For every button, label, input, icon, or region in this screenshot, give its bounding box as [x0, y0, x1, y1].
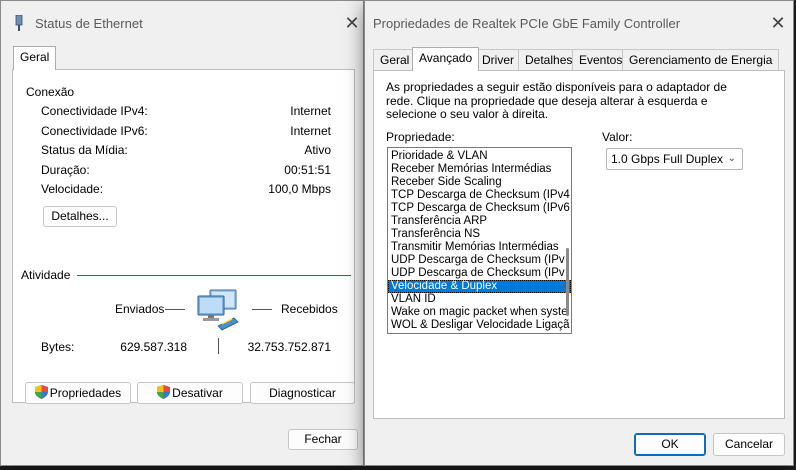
list-item[interactable]: Receber Memórias Intermédias: [388, 163, 571, 176]
avancado-panel: As propriedades a seguir estão disponíve…: [373, 70, 785, 419]
tab-geral[interactable]: Geral: [13, 46, 57, 70]
properties-button[interactable]: Propriedades: [25, 382, 131, 404]
list-item[interactable]: UDP Descarga de Checksum (IPv: [388, 254, 571, 267]
ethernet-status-window: Status de Ethernet ✕ Geral Conexão Conec…: [0, 0, 364, 466]
tab-gerenciamento-energia[interactable]: Gerenciamento de Energia: [622, 49, 780, 71]
list-item[interactable]: Transferência NS: [388, 228, 571, 241]
value-dropdown[interactable]: 1.0 Gbps Full Duplex ⌄: [606, 148, 743, 170]
cancel-button[interactable]: Cancelar: [713, 433, 785, 456]
window-title: Propriedades de Realtek PCIe GbE Family …: [373, 16, 681, 31]
bytes-sent-value: 629.587.318: [120, 340, 187, 354]
tab-avancado[interactable]: Avançado: [412, 47, 480, 71]
network-adapter-icon: [15, 14, 23, 31]
list-item-selected[interactable]: Velocidade & Duplex: [388, 280, 571, 293]
ipv4-value: Internet: [290, 104, 331, 118]
close-icon[interactable]: ✕: [767, 12, 789, 34]
bytes-label: Bytes:: [41, 340, 75, 354]
sent-line: [165, 309, 185, 310]
media-status-label: Status da Mídia:: [41, 143, 128, 157]
properties-button-label: Propriedades: [49, 386, 122, 400]
close-button[interactable]: Fechar: [288, 429, 358, 450]
right-titlebar: Propriedades de Realtek PCIe GbE Family …: [365, 1, 793, 45]
list-item[interactable]: VLAN ID: [388, 293, 571, 306]
list-item[interactable]: Prioridade & VLAN: [388, 150, 571, 163]
geral-panel: Conexão Conectividade IPv4: Internet Con…: [12, 69, 355, 403]
section-conexao-heading: Conexão: [26, 85, 75, 99]
value-dropdown-text: 1.0 Gbps Full Duplex: [611, 152, 724, 166]
tab-driver[interactable]: Driver: [475, 49, 521, 71]
window-title: Status de Ethernet: [35, 16, 143, 31]
property-label: Propriedade:: [386, 130, 455, 144]
chevron-down-icon: ⌄: [727, 153, 736, 164]
media-status-value: Ativo: [304, 143, 331, 157]
bytes-divider: [218, 338, 219, 354]
description-line-2: rede. Clique na propriedade que deseja a…: [386, 93, 708, 108]
tab-detalhes[interactable]: Detalhes: [518, 49, 580, 71]
atividade-divider: [77, 275, 351, 276]
ok-button[interactable]: OK: [634, 433, 706, 456]
speed-value: 100,0 Mbps: [268, 182, 331, 196]
ipv6-label: Conectividade IPv6:: [41, 124, 148, 138]
disable-button-label: Desativar: [172, 386, 223, 400]
duration-label: Duração:: [41, 163, 90, 177]
property-listbox[interactable]: Prioridade & VLAN Receber Memórias Inter…: [387, 147, 572, 334]
diagnose-button[interactable]: Diagnosticar: [250, 382, 355, 404]
tab-eventos[interactable]: Eventos: [572, 49, 630, 71]
disable-button[interactable]: Desativar: [137, 382, 243, 404]
ipv6-value: Internet: [290, 124, 331, 138]
tab-geral[interactable]: Geral: [373, 49, 417, 71]
list-item[interactable]: TCP Descarga de Checksum (IPv4: [388, 189, 571, 202]
shield-icon: [157, 385, 171, 399]
list-item[interactable]: Receber Side Scaling: [388, 176, 571, 189]
value-label: Valor:: [602, 130, 633, 144]
description-line-3: selecione o seu valor à direita.: [386, 107, 549, 121]
description-text: As propriedades a seguir estão disponíve…: [386, 80, 727, 122]
list-item[interactable]: WOL & Desligar Velocidade Ligaçã: [388, 319, 571, 332]
listbox-scrollbar[interactable]: [566, 248, 569, 316]
description-line-1: As propriedades a seguir estão disponíve…: [386, 80, 727, 94]
shield-icon: [34, 385, 48, 399]
list-item[interactable]: Transferência ARP: [388, 215, 571, 228]
left-titlebar: Status de Ethernet ✕: [1, 1, 363, 45]
list-item[interactable]: TCP Descarga de Checksum (IPv6: [388, 202, 571, 215]
received-line: [252, 309, 272, 310]
duration-value: 00:51:51: [284, 163, 331, 177]
section-atividade-heading: Atividade: [21, 268, 71, 282]
received-label: Recebidos: [281, 302, 338, 316]
speed-label: Velocidade:: [41, 182, 104, 196]
bytes-received-value: 32.753.752.871: [247, 340, 331, 354]
list-item[interactable]: UDP Descarga de Checksum (IPv: [388, 267, 571, 280]
network-computers-icon: [196, 288, 242, 334]
adapter-properties-window: Propriedades de Realtek PCIe GbE Family …: [364, 0, 794, 466]
sent-label: Enviados: [115, 302, 165, 316]
list-item[interactable]: Wake on magic packet when syste: [388, 306, 571, 319]
details-button[interactable]: Detalhes...: [43, 206, 117, 227]
list-item[interactable]: Transmitir Memórias Intermédias: [388, 241, 571, 254]
close-icon[interactable]: ✕: [341, 12, 363, 34]
ipv4-label: Conectividade IPv4:: [41, 104, 148, 118]
